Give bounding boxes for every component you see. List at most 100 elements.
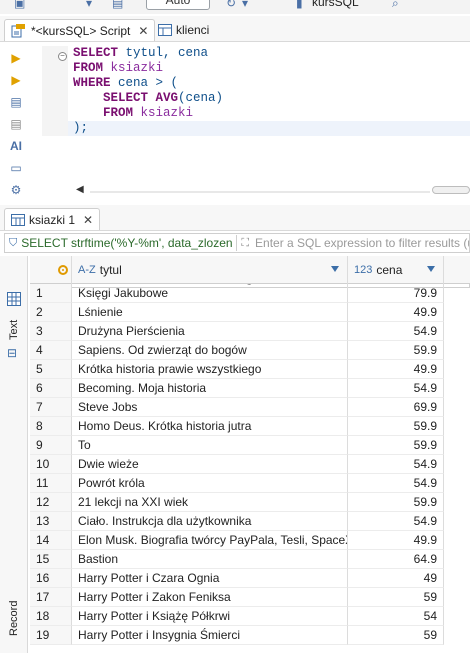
table-row[interactable]: 1 Księgi Jakubowe 79.9 [30, 284, 470, 303]
tab-results[interactable]: ksiazki 1 ✕ [4, 208, 101, 230]
cell-cena[interactable]: 54 [348, 607, 444, 626]
cell-cena[interactable]: 54.9 [348, 512, 444, 531]
cell-cena[interactable]: 79.9 [348, 284, 444, 303]
cell-tytul[interactable]: Powrót króla [72, 474, 348, 493]
notes-icon[interactable]: ▤ [8, 116, 24, 132]
row-number[interactable]: 10 [30, 455, 72, 474]
table-row[interactable]: 12 21 lekcji na XXI wiek 59.9 [30, 493, 470, 512]
close-icon[interactable]: ✕ [83, 213, 93, 227]
cell-cena[interactable]: 54.9 [348, 379, 444, 398]
terminal-icon[interactable]: ▭ [8, 160, 24, 176]
text-view-icon[interactable]: ⊟ [7, 346, 17, 360]
run-icon[interactable]: ▶ [8, 50, 24, 66]
sort-dropdown-icon[interactable] [427, 266, 435, 272]
cell-tytul[interactable]: To [72, 436, 348, 455]
cell-cena[interactable]: 49 [348, 569, 444, 588]
tab-klienci[interactable]: klienci [152, 19, 215, 41]
row-number[interactable]: 17 [30, 588, 72, 607]
table-row[interactable]: 7 Steve Jobs 69.9 [30, 398, 470, 417]
cell-cena[interactable]: 54.9 [348, 322, 444, 341]
row-number[interactable]: 15 [30, 550, 72, 569]
tab-record[interactable]: Record [4, 596, 24, 640]
table-row[interactable]: 8 Homo Deus. Krótka historia jutra 59.9 [30, 417, 470, 436]
editor-horizontal-scrollbar[interactable]: ◀ [0, 182, 470, 200]
column-header-cena[interactable]: 123 cena [348, 256, 444, 284]
table-row[interactable]: 14 Elon Musk. Biografia twórcy PayPala, T… [30, 531, 470, 550]
active-connection[interactable]: kursSQL [312, 0, 359, 9]
filter-input[interactable]: Enter a SQL expression to filter results… [255, 236, 469, 250]
cell-tytul[interactable]: Harry Potter i Książę Półkrwi [72, 607, 348, 626]
row-number[interactable]: 5 [30, 360, 72, 379]
code-area[interactable]: − SELECT tytul, cena FROM ksiazki WHERE ce… [42, 46, 470, 186]
cell-cena[interactable]: 59 [348, 588, 444, 607]
toolbar-dropdown-icon[interactable]: ▾ [86, 0, 92, 10]
chevron-down-icon[interactable]: ▾ [242, 0, 248, 10]
code-line[interactable]: FROM ksiazki [42, 106, 470, 121]
cell-cena[interactable]: 49.9 [348, 360, 444, 379]
table-row[interactable]: 15 Bastion 64.9 [30, 550, 470, 569]
explain-icon[interactable]: ▤ [8, 94, 24, 110]
cell-tytul[interactable]: Harry Potter i Insygnia Śmierci [72, 626, 348, 645]
cell-cena[interactable]: 54.9 [348, 474, 444, 493]
scrollbar-track[interactable] [90, 191, 430, 193]
cell-cena[interactable]: 69.9 [348, 398, 444, 417]
results-grid[interactable]: A-Z tytul 123 cena 1 Księgi Jakubowe 79.9 2… [30, 256, 470, 653]
row-number[interactable]: 3 [30, 322, 72, 341]
transaction-mode-select[interactable]: Auto [146, 0, 210, 10]
row-number[interactable]: 13 [30, 512, 72, 531]
cell-tytul[interactable]: Harry Potter i Czara Ognia [72, 569, 348, 588]
cell-cena[interactable]: 54.9 [348, 455, 444, 474]
table-row[interactable]: 16 Harry Potter i Czara Ognia 49 [30, 569, 470, 588]
code-line[interactable]: SELECT tytul, cena [42, 46, 470, 61]
row-number[interactable]: 16 [30, 569, 72, 588]
sql-editor[interactable]: ▶ ▶ ▤ ▤ AI ▭ ⚙ − SELECT tytul, cena FROM … [0, 42, 470, 200]
cell-tytul[interactable]: 21 lekcji na XXI wiek [72, 493, 348, 512]
toolbar-transaction-icon[interactable]: ▤ [112, 0, 123, 10]
code-line[interactable]: SELECT AVG(cena) [42, 91, 470, 106]
cell-cena[interactable]: 49.9 [348, 531, 444, 550]
cell-cena[interactable]: 59.9 [348, 493, 444, 512]
refresh-icon[interactable]: ↻ [226, 0, 236, 10]
row-number[interactable]: 8 [30, 417, 72, 436]
code-line[interactable]: ); [42, 121, 470, 136]
table-row[interactable]: 2 Lśnienie 49.9 [30, 303, 470, 322]
cell-tytul[interactable]: Dwie wieże [72, 455, 348, 474]
cell-tytul[interactable]: Sapiens. Od zwierząt do bogów [72, 341, 348, 360]
scrollbar-thumb[interactable] [432, 186, 470, 194]
cell-cena[interactable]: 59 [348, 626, 444, 645]
cell-cena[interactable]: 59.9 [348, 436, 444, 455]
cell-cena[interactable]: 59.9 [348, 417, 444, 436]
row-number[interactable]: 2 [30, 303, 72, 322]
table-row[interactable]: 19 Harry Potter i Insygnia Śmierci 59 [30, 626, 470, 645]
filter-query-text[interactable]: SELECT strftime('%Y-%m', data_zlozen [17, 236, 232, 250]
sort-dropdown-icon[interactable] [331, 266, 339, 272]
row-number[interactable]: 4 [30, 341, 72, 360]
scroll-left-icon[interactable]: ◀ [76, 184, 84, 195]
cell-tytul[interactable]: Ciało. Instrukcja dla użytkownika [72, 512, 348, 531]
run-script-icon[interactable]: ▶ [8, 72, 24, 88]
row-number-header[interactable] [30, 256, 72, 284]
table-row[interactable]: 9 To 59.9 [30, 436, 470, 455]
row-number[interactable]: 9 [30, 436, 72, 455]
cell-tytul[interactable]: Krótka historia prawie wszystkiego [72, 360, 348, 379]
row-number[interactable]: 19 [30, 626, 72, 645]
row-number[interactable]: 11 [30, 474, 72, 493]
tab-kurssql-script[interactable]: *<kursSQL> Script ✕ [4, 19, 156, 41]
table-row[interactable]: 13 Ciało. Instrukcja dla użytkownika 54.9 [30, 512, 470, 531]
expand-icon[interactable]: ⛶ [241, 237, 249, 250]
row-number[interactable]: 14 [30, 531, 72, 550]
row-number[interactable]: 18 [30, 607, 72, 626]
cell-tytul[interactable]: Księgi Jakubowe [72, 284, 348, 303]
grid-view-icon[interactable] [7, 292, 21, 306]
toolbar-commit-icon[interactable]: ▣ [14, 0, 25, 10]
cell-tytul[interactable]: Steve Jobs [72, 398, 348, 417]
row-number[interactable]: 12 [30, 493, 72, 512]
cell-tytul[interactable]: Elon Musk. Biografia twórcy PayPala, Tes… [72, 531, 348, 550]
database-icon[interactable]: ▮ [296, 0, 303, 10]
row-number[interactable]: 6 [30, 379, 72, 398]
table-row[interactable]: 10 Dwie wieże 54.9 [30, 455, 470, 474]
cell-cena[interactable]: 59.9 [348, 341, 444, 360]
select-all-icon[interactable] [58, 265, 68, 275]
close-icon[interactable]: ✕ [138, 24, 148, 38]
table-row[interactable]: 3 Drużyna Pierścienia 54.9 [30, 322, 470, 341]
